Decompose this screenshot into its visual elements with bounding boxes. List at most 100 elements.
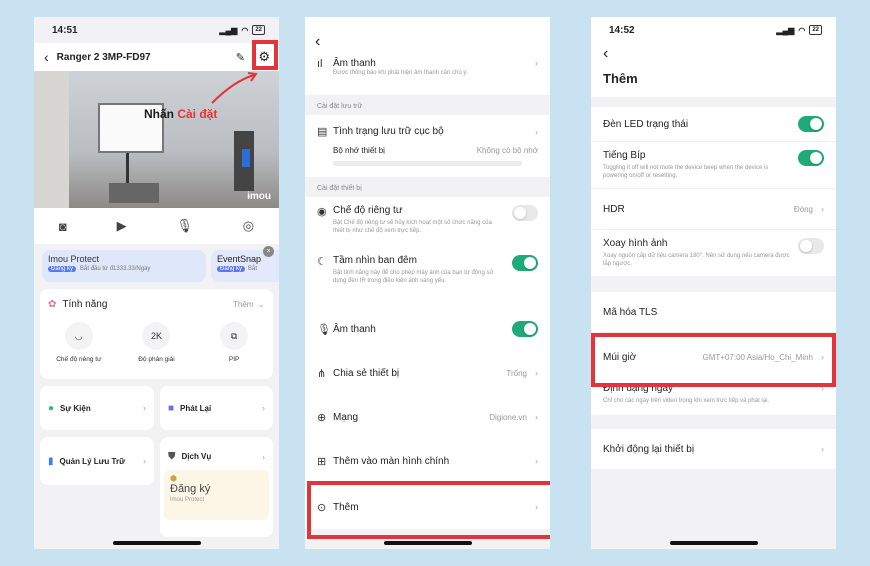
phone-screen-more: 14:52 ▂▄▆ ◠ 22 ‹ Thêm Đèn LED trạng thái T… [591,17,836,549]
sound-wave-icon: ıl [317,58,323,70]
status-bar: 14:52 ▂▄▆ ◠ 22 [591,17,836,43]
highlight-settings-box [252,40,278,70]
highlight-more-box [307,481,550,539]
add-homescreen-row[interactable]: ⊞ Thêm vào màn hình chính › [305,439,550,483]
playback-card[interactable]: ■ Phát Lại › [160,386,273,430]
wifi-icon: ◠ [241,25,249,35]
sd-card-icon: ▤ [317,126,328,138]
resolution-icon: 2K [142,322,171,350]
promo-imou-protect[interactable]: Imou Protect Đăng ký Bắt đầu từ đ1333.33… [42,250,206,282]
imou-watermark: imou [247,191,271,202]
annotation-arrow [211,72,258,104]
control-bar: ◙ ▶ 🎙 ◎ [34,208,279,244]
register-promo[interactable]: ⬢ Đăng ký Imou Protect [164,470,269,520]
storage-progress-bar [333,161,522,166]
globe-icon: ⊕ [317,411,327,424]
back-arrow-icon[interactable]: ‹ [44,49,49,65]
privacy-toggle[interactable] [512,205,538,221]
chevron-right-icon: › [535,412,538,422]
share-device-row[interactable]: ⋔ Chia sẻ thiết bị Trống › [305,351,550,395]
led-row[interactable]: Đèn LED trạng thái [591,107,836,141]
phone-screen-device: 14:51 ▂▄▆ ◠ 22 ‹ Ranger 2 3MP-FD97 ✎ ⚙ Nhấ… [34,17,279,549]
sound-toggle[interactable] [512,321,538,337]
phone-screen-settings: ‹ ıl Âm thanh Được thông báo khi phát hi… [305,17,550,549]
chevron-right-icon: › [143,456,146,466]
eye-closed-icon: ◡ [64,322,93,350]
microphone-icon[interactable]: 🎙 [176,218,193,234]
chevron-right-icon: › [262,403,265,413]
chevron-right-icon: › [535,58,538,68]
sound-row[interactable]: 🎙 Âm thanh [305,307,550,351]
feature-label: Độ phân giải [138,356,175,363]
events-card[interactable]: ● Sự Kiện › [40,386,154,430]
nav-bar: ‹ [305,17,550,57]
chevron-right-icon: › [535,456,538,466]
home-indicator [669,541,758,545]
nav-bar: ‹ Ranger 2 3MP-FD97 ✎ ⚙ [34,43,279,71]
storage-icon: ▮ [48,455,54,467]
wifi-icon: ◠ [798,25,806,35]
night-vision-toggle[interactable] [512,255,538,271]
flip-image-toggle[interactable] [798,238,824,254]
more-features-link[interactable]: Thêm [233,300,253,309]
chevron-right-icon: › [262,451,265,462]
beep-toggle[interactable] [798,150,824,166]
chevron-right-icon: › [535,126,538,137]
chevron-right-icon: › [821,204,824,214]
clock: 14:52 [609,24,635,36]
back-arrow-icon[interactable]: ‹ [315,33,320,50]
events-icon: ● [48,402,55,414]
storage-status-row[interactable]: ▤ Tình trạng lưu trữ cục bộ › Bộ nhớ thi… [305,115,550,177]
page-title: Thêm [603,71,638,86]
features-icon: ✿ [48,299,57,310]
network-row[interactable]: ⊕ Mạng Digione.vn › [305,395,550,439]
home-indicator [383,541,472,545]
chevron-right-icon: › [535,368,538,378]
privacy-row[interactable]: ◉ Chế độ riêng tư Bật Chế độ riêng tư sẽ… [305,197,550,247]
battery-icon: 22 [809,25,822,35]
playback-icon: ■ [168,402,175,414]
feature-item[interactable]: ◡ Chế độ riêng tư [44,322,114,363]
chevron-down-icon: ⌄ [257,299,265,309]
highlight-timezone-box [591,333,836,387]
chevron-right-icon: › [821,444,824,454]
microphone-icon: 🎙 [317,323,331,336]
video-record-icon[interactable]: ▶ [117,218,127,234]
battery-icon: 22 [252,25,265,35]
feature-item[interactable]: 2K Độ phân giải [121,322,191,363]
signal-icon: ▂▄▆ [776,25,795,35]
night-vision-icon: ☾ [317,256,327,268]
tls-row[interactable]: Mã hóa TLS [591,292,836,332]
status-bar: 14:51 ▂▄▆ ◠ 22 [34,17,279,43]
nav-bar: ‹ Thêm [591,43,836,97]
edit-icon[interactable]: ✎ [236,51,245,64]
night-vision-row[interactable]: ☾ Tầm nhìn ban đêm Bật tính năng này để … [305,247,550,307]
close-promo-icon[interactable]: × [263,246,274,257]
eye-icon: ◉ [317,206,327,218]
chevron-right-icon: › [143,403,146,413]
back-arrow-icon[interactable]: ‹ [603,45,836,63]
medal-icon: ⬢ [170,474,177,483]
share-icon: ⋔ [317,367,327,380]
add-homescreen-icon: ⊞ [317,455,327,468]
device-title: Ranger 2 3MP-FD97 [56,51,151,63]
features-card: ✿ Tính năng Thêm ⌄ ◡ Chế độ riêng tư 2K Độ … [40,289,273,379]
storage-card[interactable]: ▮ Quản Lý Lưu Trữ › [40,437,154,485]
feature-label: PIP [228,356,240,363]
home-indicator [112,541,201,545]
led-toggle[interactable] [798,116,824,132]
register-badge[interactable]: Đăng ký [48,266,77,272]
camera-snapshot-icon[interactable]: ◙ [59,219,67,234]
service-card[interactable]: ⛊ Dịch Vụ › ⬢ Đăng ký Imou Protect [160,437,273,537]
shield-icon: ⛊ [168,451,176,462]
beep-row[interactable]: Tiếng Bíp Toggling it off will not mute … [591,142,836,188]
sound-notify-row[interactable]: ıl Âm thanh Được thông báo khi phát hiện… [305,57,550,95]
hdr-row[interactable]: HDR Đóng › [591,189,836,229]
feature-label: Chế độ riêng tư [56,356,102,363]
ptz-control-icon[interactable]: ◎ [243,218,254,234]
reboot-row[interactable]: Khởi động lại thiết bị › [591,429,836,469]
clock: 14:51 [52,24,78,36]
camera-live-view[interactable]: Nhấn Cài đặt imou [34,71,279,208]
flip-image-row[interactable]: Xoay hình ảnh Xoay nguồn cấp dữ liệu cam… [591,230,836,276]
feature-item[interactable]: ⧉ PIP [199,322,269,363]
